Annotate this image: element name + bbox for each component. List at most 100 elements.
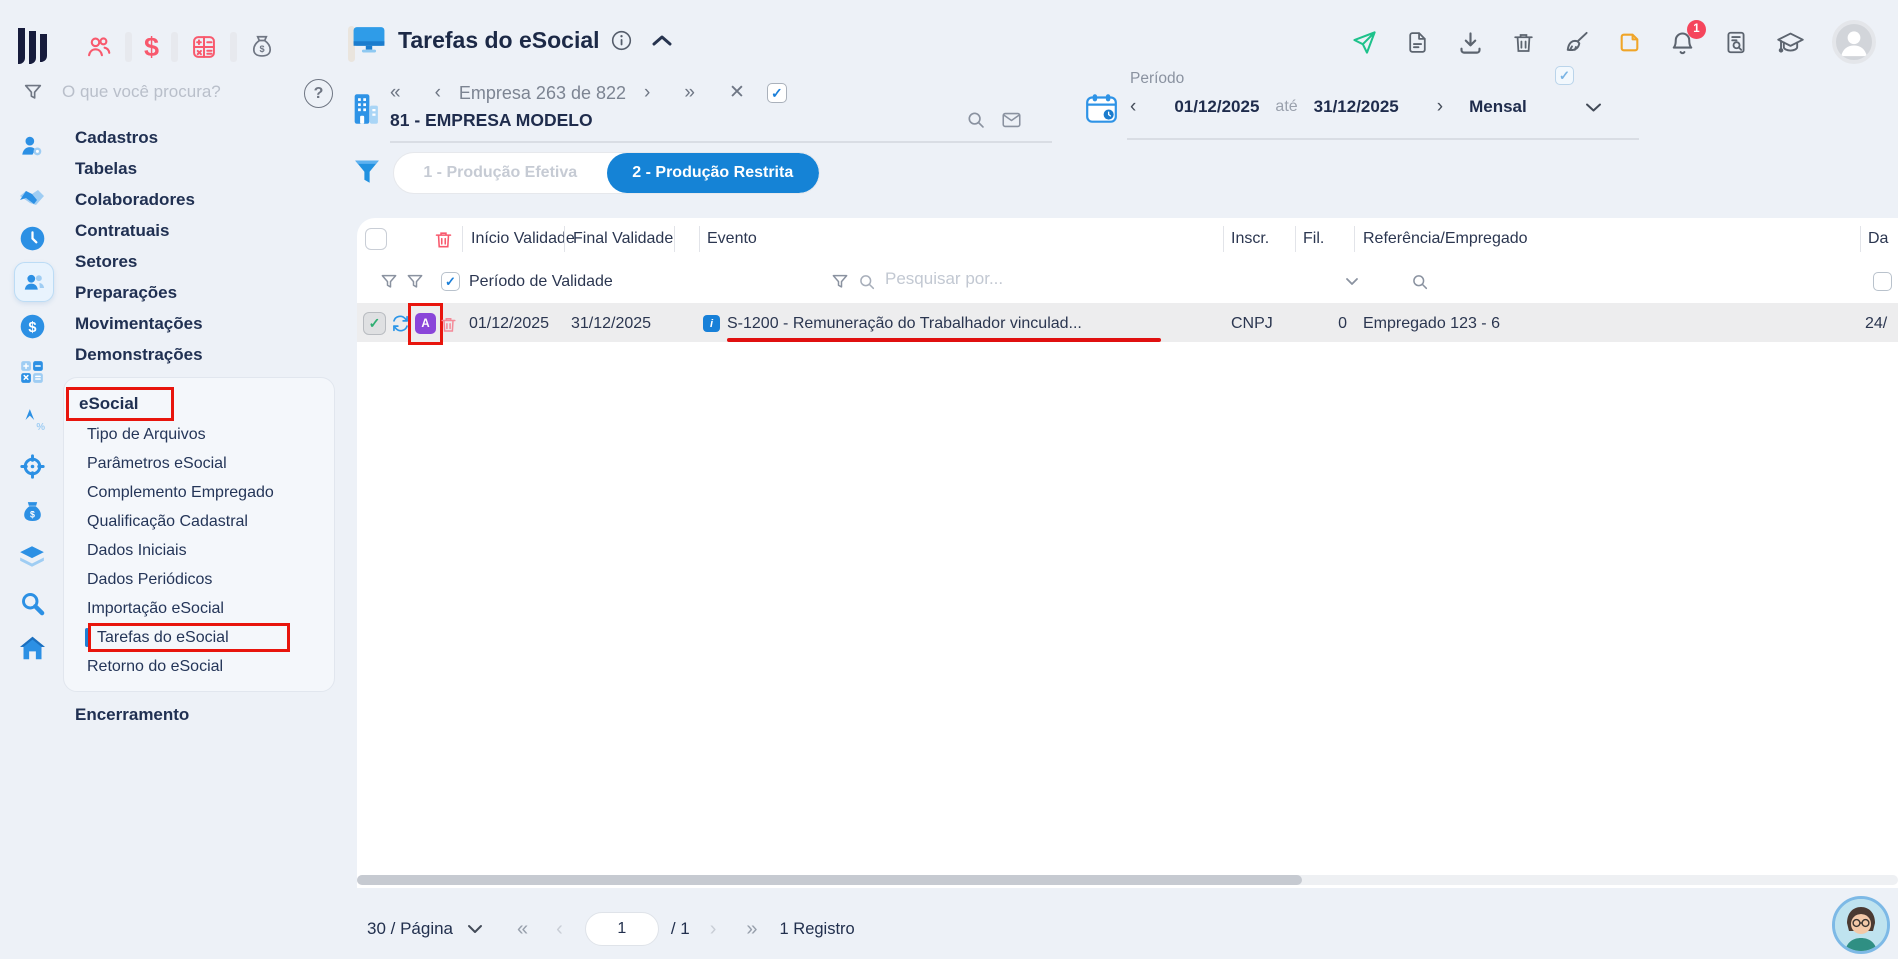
submenu-item-dados-periodicos[interactable]: Dados Periódicos [64, 565, 334, 594]
submenu-item-retorno-do-esocial[interactable]: Retorno do eSocial [64, 652, 334, 681]
company-counter: Empresa 263 de 822 [458, 82, 627, 103]
clean-icon[interactable] [1563, 29, 1590, 56]
company-clear-button[interactable]: ✕ [729, 82, 745, 104]
column-header-inicio[interactable]: Início Validade [471, 218, 575, 260]
event-search-input[interactable] [885, 269, 1185, 289]
filter-funnel-icon[interactable] [22, 80, 44, 104]
dollar-icon[interactable]: $ [144, 30, 159, 64]
search-input[interactable] [62, 82, 262, 102]
company-next-button[interactable]: › [644, 82, 650, 104]
period-validity-checkbox[interactable]: ✓ [441, 272, 460, 291]
company-last-button[interactable]: » [684, 82, 695, 104]
submenu-item-tipo-de-arquivos[interactable]: Tipo de Arquivos [64, 420, 334, 449]
money-bag-icon[interactable]: $ [249, 33, 275, 61]
event-filter-chevron-down-icon[interactable] [1345, 277, 1359, 286]
sidebar-item-esocial[interactable]: eSocial [64, 387, 334, 421]
period-checkbox[interactable]: ✓ [1555, 66, 1574, 85]
company-name[interactable]: 81 - EMPRESA MODELO [390, 110, 593, 131]
download-icon[interactable] [1457, 29, 1484, 56]
user-avatar[interactable] [1832, 20, 1876, 64]
horizontal-scrollbar-thumb[interactable] [357, 875, 1302, 885]
people-icon[interactable] [85, 33, 113, 61]
trash-icon[interactable] [1511, 29, 1536, 56]
collapse-chevron-up-icon[interactable] [651, 33, 673, 47]
table-row[interactable]: ✓ A 01/12/2025 31/12/2025 i S-1200 - Rem… [357, 303, 1898, 345]
file-icon[interactable] [1405, 29, 1430, 56]
select-all-checkbox[interactable] [365, 228, 387, 250]
company-first-button[interactable]: « [390, 82, 401, 104]
info-icon[interactable] [611, 30, 632, 51]
column-header-fil[interactable]: Fil. [1303, 218, 1324, 260]
sidebar-item-encerramento[interactable]: Encerramento [0, 700, 357, 730]
period-mode-value[interactable]: Mensal [1469, 97, 1527, 117]
row-status-badge-a[interactable]: A [415, 313, 436, 334]
period-label: Período [1130, 70, 1185, 87]
column-header-final[interactable]: Final Validade [573, 218, 673, 260]
period-validity-filter-label[interactable]: Período de Validade [469, 260, 613, 303]
row-info-badge[interactable]: i [703, 315, 720, 332]
education-icon[interactable] [1776, 29, 1805, 56]
submenu-item-tarefas-do-esocial[interactable]: Tarefas do eSocial [64, 623, 334, 652]
divider [1295, 226, 1296, 252]
table-filter-row: ✓ Período de Validade [357, 260, 1898, 303]
send-icon[interactable] [1351, 29, 1378, 56]
support-avatar[interactable] [1832, 896, 1890, 954]
filter-funnel-icon[interactable] [351, 156, 383, 190]
submenu-item-importacao-esocial[interactable]: Importação eSocial [64, 594, 334, 623]
sidebar-item-colaboradores[interactable]: Colaboradores [0, 184, 357, 215]
first-page-button[interactable]: « [517, 918, 528, 941]
next-page-button[interactable]: › [710, 918, 717, 941]
filter-funnel-icon[interactable] [379, 271, 399, 292]
tab-producao-restrita[interactable]: 2 - Produção Restrita [606, 153, 819, 193]
file-search-icon[interactable] [1723, 29, 1749, 56]
column-header-da[interactable]: Da [1868, 218, 1888, 260]
sidebar-item-movimentacoes[interactable]: Movimentações [0, 308, 357, 339]
submenu-item-parametros-esocial[interactable]: Parâmetros eSocial [64, 449, 334, 478]
company-building-icon [351, 92, 381, 126]
page-size-selector[interactable]: 30 / Página [367, 919, 453, 939]
bell-icon[interactable]: 1 [1669, 19, 1706, 56]
sidebar-item-contratuais[interactable]: Contratuais [0, 215, 357, 246]
company-search-icon[interactable] [965, 109, 987, 131]
period-prev-button[interactable]: ‹ [1130, 96, 1136, 118]
submenu-item-dados-iniciais[interactable]: Dados Iniciais [64, 536, 334, 565]
column-header-inscr[interactable]: Inscr. [1231, 218, 1269, 260]
sidebar-item-setores[interactable]: Setores [0, 246, 357, 277]
note-icon[interactable] [1617, 29, 1642, 56]
submenu-item-complemento-empregado[interactable]: Complemento Empregado [64, 478, 334, 507]
tab-producao-efetiva[interactable]: 1 - Produção Efetiva [394, 153, 607, 193]
prev-page-button[interactable]: ‹ [556, 918, 563, 941]
period-field-underline [1127, 138, 1639, 140]
delete-selected-icon[interactable] [433, 228, 454, 251]
app-logo-icon [16, 28, 50, 66]
filter-funnel-icon[interactable] [405, 271, 425, 292]
help-icon[interactable]: ? [304, 79, 333, 108]
da-filter-checkbox[interactable] [1873, 272, 1892, 291]
period-next-button[interactable]: › [1437, 96, 1443, 118]
submenu-item-qualificacao-cadastral[interactable]: Qualificação Cadastral [64, 507, 334, 536]
company-mail-icon[interactable] [1000, 109, 1023, 131]
company-checkbox[interactable]: ✓ [766, 83, 787, 103]
sidebar-item-cadastros[interactable]: Cadastros [0, 122, 357, 153]
column-header-referencia[interactable]: Referência/Empregado [1363, 218, 1528, 260]
row-refresh-icon[interactable] [390, 313, 411, 334]
last-page-button[interactable]: » [746, 918, 757, 941]
period-start-date[interactable]: 01/12/2025 [1174, 97, 1259, 117]
sidebar-item-demonstracoes[interactable]: Demonstrações [0, 339, 357, 370]
period-end-date[interactable]: 31/12/2025 [1314, 97, 1399, 117]
calculator-icon[interactable] [190, 33, 218, 61]
sidebar-item-tabelas[interactable]: Tabelas [0, 153, 357, 184]
event-filter-funnel-icon[interactable] [830, 271, 850, 292]
page-title: Tarefas do eSocial [398, 26, 600, 53]
sidebar-item-preparacoes[interactable]: Preparações [0, 277, 357, 308]
column-header-evento[interactable]: Evento [707, 218, 757, 260]
tasks-table-panel: Início Validade Final Validade Evento In… [357, 218, 1898, 888]
page-number-input[interactable] [584, 912, 659, 946]
page-size-chevron-down-icon[interactable] [467, 924, 483, 934]
cell-evento[interactable]: S-1200 - Remuneração do Trabalhador vinc… [727, 303, 1082, 344]
row-checkbox[interactable]: ✓ [363, 312, 386, 335]
row-delete-icon[interactable] [439, 314, 458, 335]
reference-search-icon[interactable] [1410, 272, 1430, 292]
period-mode-chevron-down-icon[interactable] [1585, 102, 1602, 113]
company-prev-button[interactable]: ‹ [435, 82, 441, 104]
